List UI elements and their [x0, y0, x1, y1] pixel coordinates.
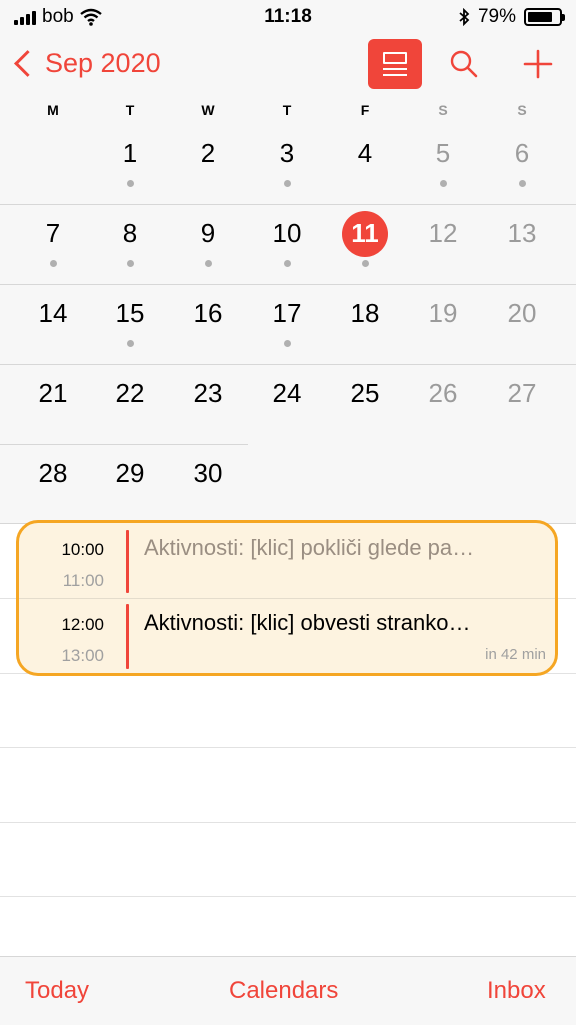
day-cell[interactable]: 26	[418, 378, 468, 409]
day-cell[interactable]: 13	[497, 218, 547, 249]
event-dot	[126, 260, 134, 267]
week-divider	[0, 284, 576, 285]
battery-fill	[528, 12, 552, 22]
day-cell[interactable]: 25	[340, 378, 390, 409]
event-end-time: 11:00	[62, 571, 104, 590]
status-bar: bob 11:18 79%	[0, 0, 576, 34]
day-cell[interactable]: 23	[183, 378, 233, 409]
event-dot	[283, 340, 291, 347]
day-cell[interactable]: 1	[105, 138, 155, 169]
bluetooth-icon	[459, 8, 470, 26]
event-dot	[439, 180, 447, 187]
week-divider	[0, 204, 576, 205]
day-cell[interactable]: 18	[340, 298, 390, 329]
day-cell[interactable]: 21	[28, 378, 78, 409]
day-cell[interactable]: 10	[262, 218, 312, 249]
event-title[interactable]: Aktivnosti: [klic] pokliči glede pa…	[144, 535, 544, 561]
event-dot	[283, 180, 291, 187]
week-divider	[0, 444, 248, 445]
tab-calendars[interactable]: Calendars	[229, 977, 338, 1005]
day-cell[interactable]: 9	[183, 218, 233, 249]
day-cell[interactable]: 4	[340, 138, 390, 169]
event-start-time: 10:00	[61, 540, 104, 559]
event-title[interactable]: Aktivnosti: [klic] obvesti stranko…	[144, 610, 544, 636]
week-divider	[0, 364, 576, 365]
day-cell[interactable]: 24	[262, 378, 312, 409]
day-cell[interactable]: 16	[183, 298, 233, 329]
weekday-tue: T	[125, 102, 135, 118]
day-cell[interactable]: 2	[183, 138, 233, 169]
event-countdown: in 42 min	[485, 646, 546, 663]
day-cell[interactable]: 7	[28, 218, 78, 249]
day-cell[interactable]: 5	[418, 138, 468, 169]
battery-icon	[524, 8, 565, 26]
weekday-mon: M	[47, 102, 59, 118]
weekday-sun: S	[517, 102, 527, 118]
nav-bar: Sep 2020	[0, 34, 576, 98]
day-cell[interactable]: 29	[105, 458, 155, 489]
day-cell[interactable]: 17	[262, 298, 312, 329]
day-cell-today[interactable]: 11	[340, 218, 390, 249]
row-divider	[0, 896, 576, 897]
day-cell[interactable]: 19	[418, 298, 468, 329]
event-end-time: 13:00	[61, 646, 104, 665]
list-view-button[interactable]	[368, 39, 422, 89]
status-right: 79%	[458, 6, 565, 28]
day-cell[interactable]: 6	[497, 138, 547, 169]
day-cell[interactable]: 12	[418, 218, 468, 249]
day-cell[interactable]: 22	[105, 378, 155, 409]
event-color-bar	[126, 530, 129, 593]
battery-percent: 79%	[477, 6, 516, 27]
day-cell[interactable]: 20	[497, 298, 547, 329]
day-cell[interactable]: 8	[105, 218, 155, 249]
event-dot	[126, 340, 134, 347]
month-grid: 1 2 3 4 5 6 7 8 9 10 11 12 13 14 15 16 17 18 19 20 21 22 23 24 2…	[0, 124, 576, 524]
event-start-time: 12:00	[61, 615, 104, 634]
chevron-left-icon	[14, 50, 41, 77]
event-dot	[126, 180, 134, 187]
tab-inbox[interactable]: Inbox	[487, 977, 546, 1005]
weekday-fri: F	[360, 102, 370, 118]
event-dot	[49, 260, 57, 267]
add-icon[interactable]	[522, 48, 554, 80]
back-button[interactable]: Sep 2020	[10, 48, 161, 79]
weekday-thu: T	[282, 102, 292, 118]
row-divider	[0, 822, 576, 823]
day-cell[interactable]: 27	[497, 378, 547, 409]
back-label: Sep 2020	[45, 48, 161, 78]
day-cell[interactable]: 15	[105, 298, 155, 329]
day-cell[interactable]: 28	[28, 458, 78, 489]
weekday-sat: S	[438, 102, 448, 118]
weekday-wed: W	[201, 102, 215, 118]
tab-bar: Today Calendars Inbox	[0, 956, 576, 1025]
event-dot	[361, 260, 369, 267]
event-dot	[204, 260, 212, 267]
day-cell[interactable]: 14	[28, 298, 78, 329]
event-separator	[19, 598, 555, 599]
event-dot	[518, 180, 526, 187]
tab-today[interactable]: Today	[25, 977, 89, 1005]
day-cell[interactable]: 30	[183, 458, 233, 489]
event-color-bar	[126, 604, 129, 669]
event-dot	[283, 260, 291, 267]
search-icon[interactable]	[448, 48, 480, 80]
row-divider	[0, 747, 576, 748]
day-cell[interactable]: 3	[262, 138, 312, 169]
weekday-header: M T W T F S S	[0, 98, 576, 125]
